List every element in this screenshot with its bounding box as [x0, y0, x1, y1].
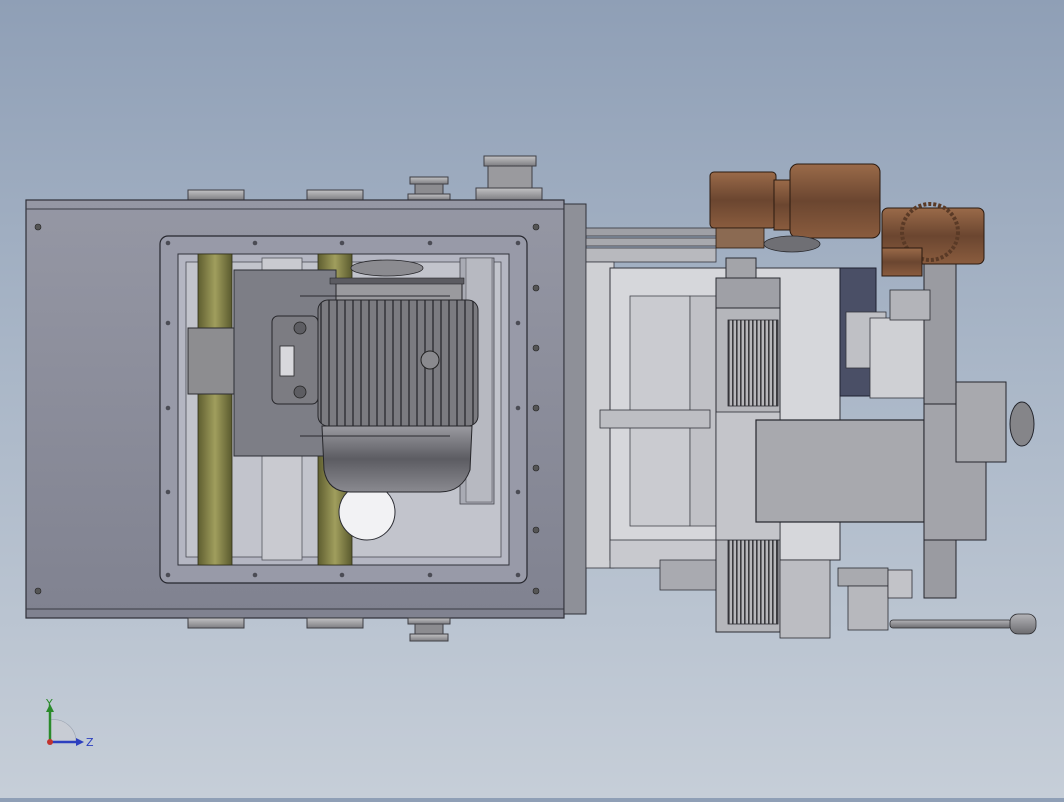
cover-plate — [755, 419, 925, 523]
triad-icon: Y Z — [45, 697, 94, 749]
handle-lever[interactable] — [889, 613, 1037, 635]
triad-plane — [49, 719, 77, 743]
x-axis-dot — [47, 739, 53, 745]
graphics-viewport[interactable]: Y Z — [0, 0, 1064, 798]
gear-motor-top[interactable] — [709, 163, 881, 253]
z-axis-label: Z — [86, 736, 94, 749]
coordinate-triad: Y Z — [36, 697, 106, 758]
side-plate — [563, 203, 587, 615]
cad-model-view[interactable] — [0, 0, 1064, 798]
y-axis-label: Y — [45, 698, 53, 710]
bottom-fittings — [187, 617, 451, 642]
z-axis-arrow — [76, 738, 84, 746]
top-fittings — [187, 155, 543, 201]
